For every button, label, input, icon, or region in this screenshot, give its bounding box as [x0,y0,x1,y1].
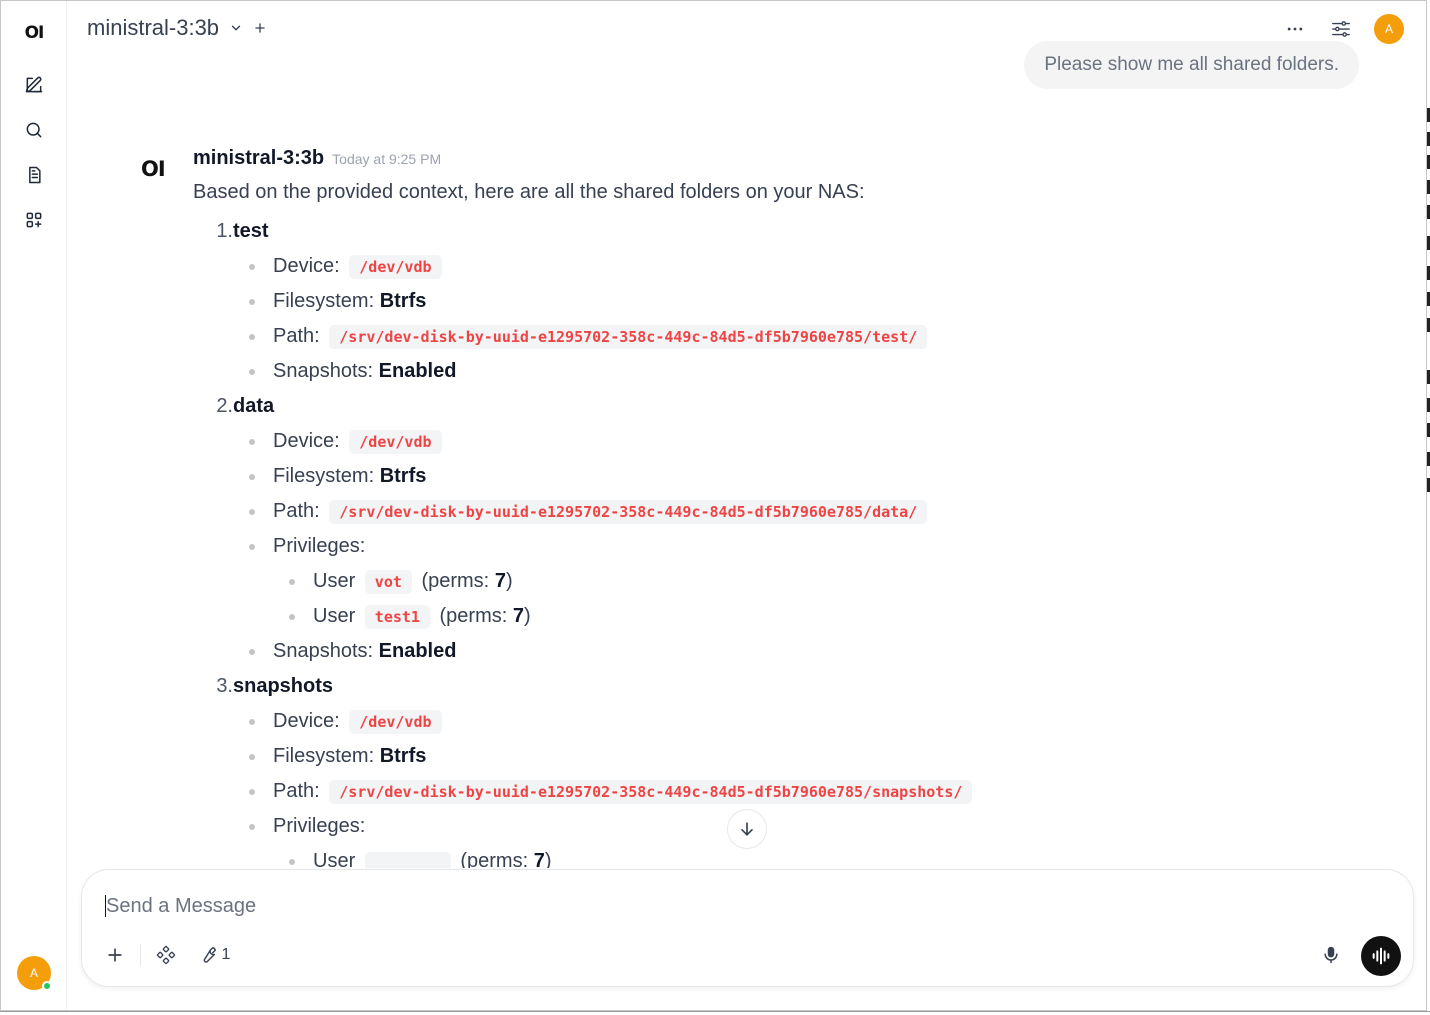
folder-title: 2. data [193,389,1293,424]
privilege-user-item: User vot (perms: 7) [193,564,1293,599]
folder-name: snapshots [233,675,334,697]
audio-waveform-icon [1372,947,1390,965]
device-item: Device: /dev/vdb [193,704,1293,739]
path-code: /srv/dev-disk-by-uuid-e1295702-358c-449c… [329,500,928,524]
microphone-icon [1324,946,1338,964]
path-item: Path: /srv/dev-disk-by-uuid-e1295702-358… [193,494,1293,529]
header-avatar-initial: A [1384,22,1393,36]
device-item: Device: /dev/vdb [193,424,1293,459]
device-code: /dev/vdb [349,255,442,279]
path-item: Path: /srv/dev-disk-by-uuid-e1295702-358… [193,319,1293,354]
list-number: 1. [216,220,233,242]
add-attachment-button[interactable] [102,940,128,970]
chevron-down-icon[interactable] [229,21,243,35]
privileges-item: Privileges: [193,529,1293,564]
device-item: Device: /dev/vdb [193,249,1293,284]
assistant-message: OI ministral-3:3b Today at 9:25 PM Based… [141,141,1321,868]
snapshots-item: Snapshots: Enabled [193,634,1293,669]
search-icon[interactable] [17,113,51,147]
path-code: /srv/dev-disk-by-uuid-e1295702-358c-449c… [329,780,973,804]
integrations-button[interactable] [152,940,180,970]
user-message-text: Please show me all shared folders. [1044,54,1339,75]
integrations-icon [156,945,176,965]
new-chat-icon[interactable] [17,68,51,102]
folder-item: 2. data Device: /dev/vdb Filesystem: Btr… [193,389,1293,669]
path-code: /srv/dev-disk-by-uuid-e1295702-358c-449c… [329,325,928,349]
plus-icon [108,948,122,962]
assistant-model-name: ministral-3:3b [193,147,325,169]
tools-button[interactable]: 1 [194,940,234,970]
sidebar: OI A [1,1,67,1010]
add-model-icon[interactable] [253,21,267,35]
assistant-message-content: Based on the provided context, here are … [193,179,1293,868]
folder-item: 1. test Device: /dev/vdb Filesystem: Btr… [193,214,1293,389]
scroll-to-bottom-button[interactable] [727,809,767,849]
message-input[interactable] [104,888,1308,924]
list-number: 3. [216,675,233,697]
app-window: OI A ministral-3:3b A Please show me all… [0,0,1427,1011]
privilege-user-item: User test1 (perms: 7) [193,599,1293,634]
online-status-dot [42,981,52,991]
filesystem-item: Filesystem: Btrfs [193,284,1293,319]
voice-mode-button[interactable] [1361,936,1401,976]
assistant-logo-icon: OI [141,157,166,181]
user-message-bubble: Please show me all shared folders. [1024,41,1359,89]
model-name[interactable]: ministral-3:3b [87,15,219,41]
snapshots-item: Snapshots: Enabled [193,354,1293,389]
text-caret [105,895,106,917]
assistant-logo-text: OI [141,157,166,181]
composer-divider [140,944,141,966]
arrow-down-icon [741,822,753,836]
logo-text: OI [24,23,45,43]
tool-count: 1 [221,946,231,963]
folder-name: data [233,395,275,417]
path-item: Path: /srv/dev-disk-by-uuid-e1295702-358… [193,774,1293,809]
filesystem-item: Filesystem: Btrfs [193,739,1293,774]
assistant-header: ministral-3:3b Today at 9:25 PM [193,147,441,170]
user-avatar-initial: A [29,966,38,980]
device-code: /dev/vdb [349,710,442,734]
list-number: 2. [216,395,233,417]
message-timestamp: Today at 9:25 PM [332,151,442,167]
user-code [364,851,451,868]
folder-title: 3. snapshots [193,669,1293,704]
window-bottom-border [0,1011,1430,1015]
wrench-icon [203,947,216,963]
user-code: test1 [364,605,430,629]
user-code: vot [364,570,412,594]
model-selector: ministral-3:3b [87,15,267,41]
logo-icon[interactable]: OI [17,16,51,50]
microphone-button[interactable] [1319,940,1343,970]
filesystem-item: Filesystem: Btrfs [193,459,1293,494]
notes-icon[interactable] [17,158,51,192]
message-composer: 1 [81,869,1414,987]
folder-name: test [233,220,269,242]
device-code: /dev/vdb [349,430,442,454]
workspace-icon[interactable] [17,203,51,237]
intro-text: Based on the provided context, here are … [193,181,865,203]
folder-title: 1. test [193,214,1293,249]
header-user-avatar[interactable]: A [1374,14,1404,44]
